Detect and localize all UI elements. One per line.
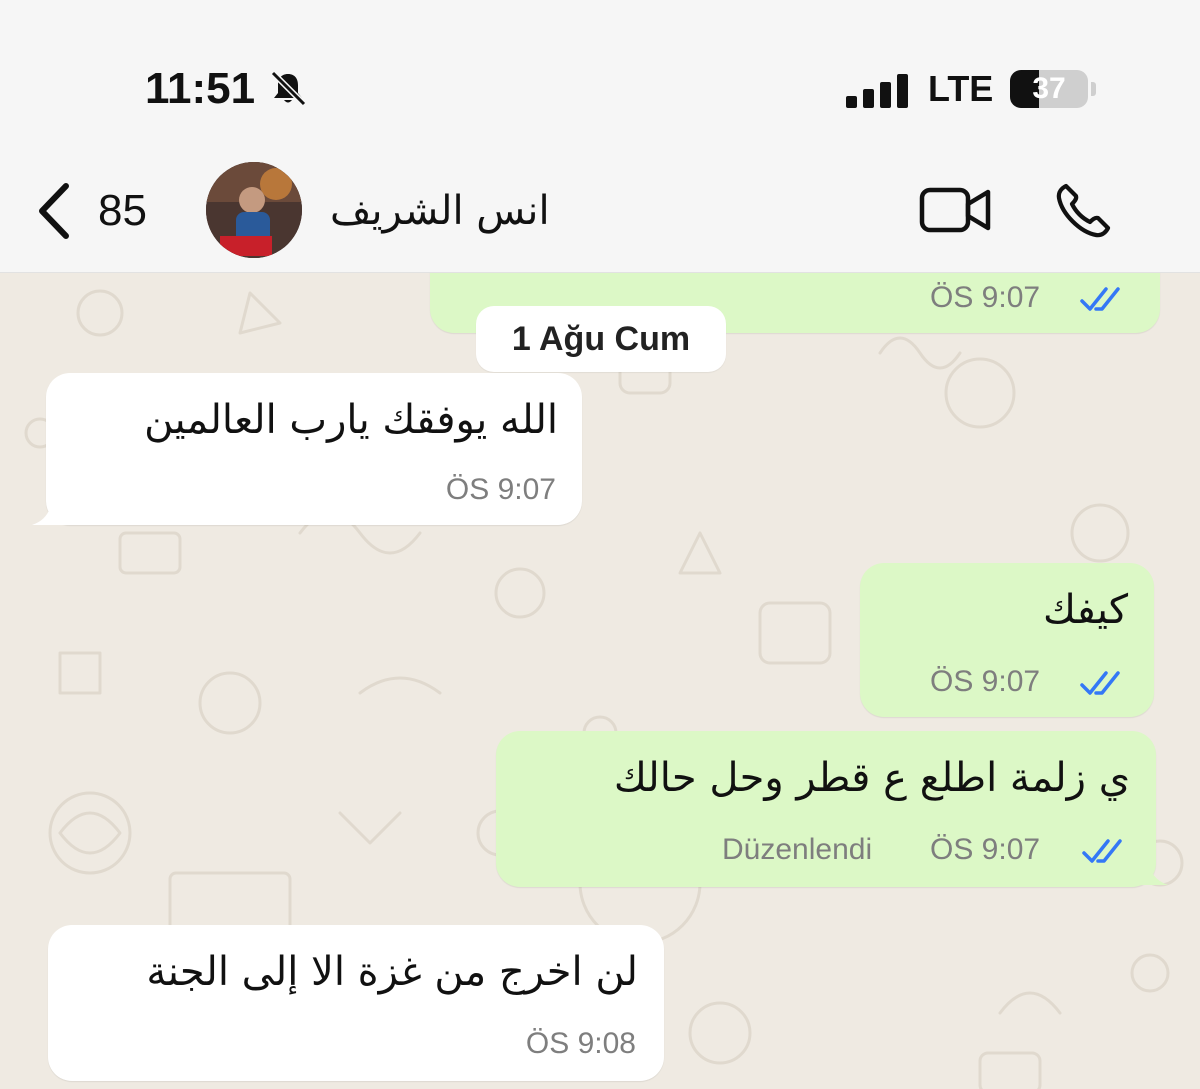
back-unread-count[interactable]: 85	[98, 186, 147, 236]
message-text: الله يوفقك يارب العالمين	[144, 397, 558, 443]
double-check-icon	[1082, 839, 1122, 863]
battery-icon: 37	[1010, 70, 1088, 108]
message-time: ÖS 9:08	[525, 1027, 636, 1060]
video-camera-icon[interactable]	[918, 184, 992, 236]
bubble-tail	[1130, 859, 1168, 885]
message-text: ي زلمة اطلع ع قطر وحل حالك	[613, 755, 1130, 801]
avatar[interactable]	[206, 162, 302, 258]
message-time: ÖS 9:07	[445, 473, 556, 506]
top-bar: 11:51 LTE 37 85 انس الشريف	[0, 0, 1200, 273]
battery-level: 37	[1032, 72, 1066, 105]
message-time: ÖS 9:07	[930, 665, 1041, 698]
message-bubble-outgoing[interactable]: كيفك ÖS 9:07	[860, 563, 1154, 717]
signal-icon	[846, 74, 908, 108]
network-type: LTE	[928, 68, 994, 109]
double-check-icon	[1080, 671, 1120, 695]
contact-name[interactable]: انس الشريف	[330, 188, 550, 234]
edited-label: Düzenlendi	[722, 833, 873, 866]
status-time: 11:51	[145, 64, 256, 113]
message-bubble-outgoing[interactable]: ي زلمة اطلع ع قطر وحل حالك Düzenlendi ÖS…	[496, 731, 1156, 887]
mute-bell-icon	[270, 70, 307, 107]
back-chevron-icon[interactable]	[30, 180, 80, 242]
message-text: لن اخرج من غزة الا إلى الجنة	[146, 949, 638, 995]
avatar-photo	[206, 162, 302, 258]
phone-icon[interactable]	[1052, 180, 1114, 242]
date-separator: 1 Ağu Cum	[476, 306, 726, 372]
double-check-icon	[1080, 287, 1120, 311]
battery-nub	[1091, 82, 1096, 96]
chat-area[interactable]: ÖS 9:07 1 Ağu Cum الله يوفقك يارب العالم…	[0, 273, 1200, 1089]
message-bubble-incoming[interactable]: الله يوفقك يارب العالمين ÖS 9:07	[46, 373, 582, 525]
message-time: ÖS 9:07	[930, 833, 1041, 866]
bubble-tail	[32, 499, 70, 525]
message-bubble-incoming[interactable]: لن اخرج من غزة الا إلى الجنة ÖS 9:08	[48, 925, 664, 1081]
message-time: ÖS 9:07	[930, 281, 1041, 314]
message-text: كيفك	[1042, 587, 1128, 633]
